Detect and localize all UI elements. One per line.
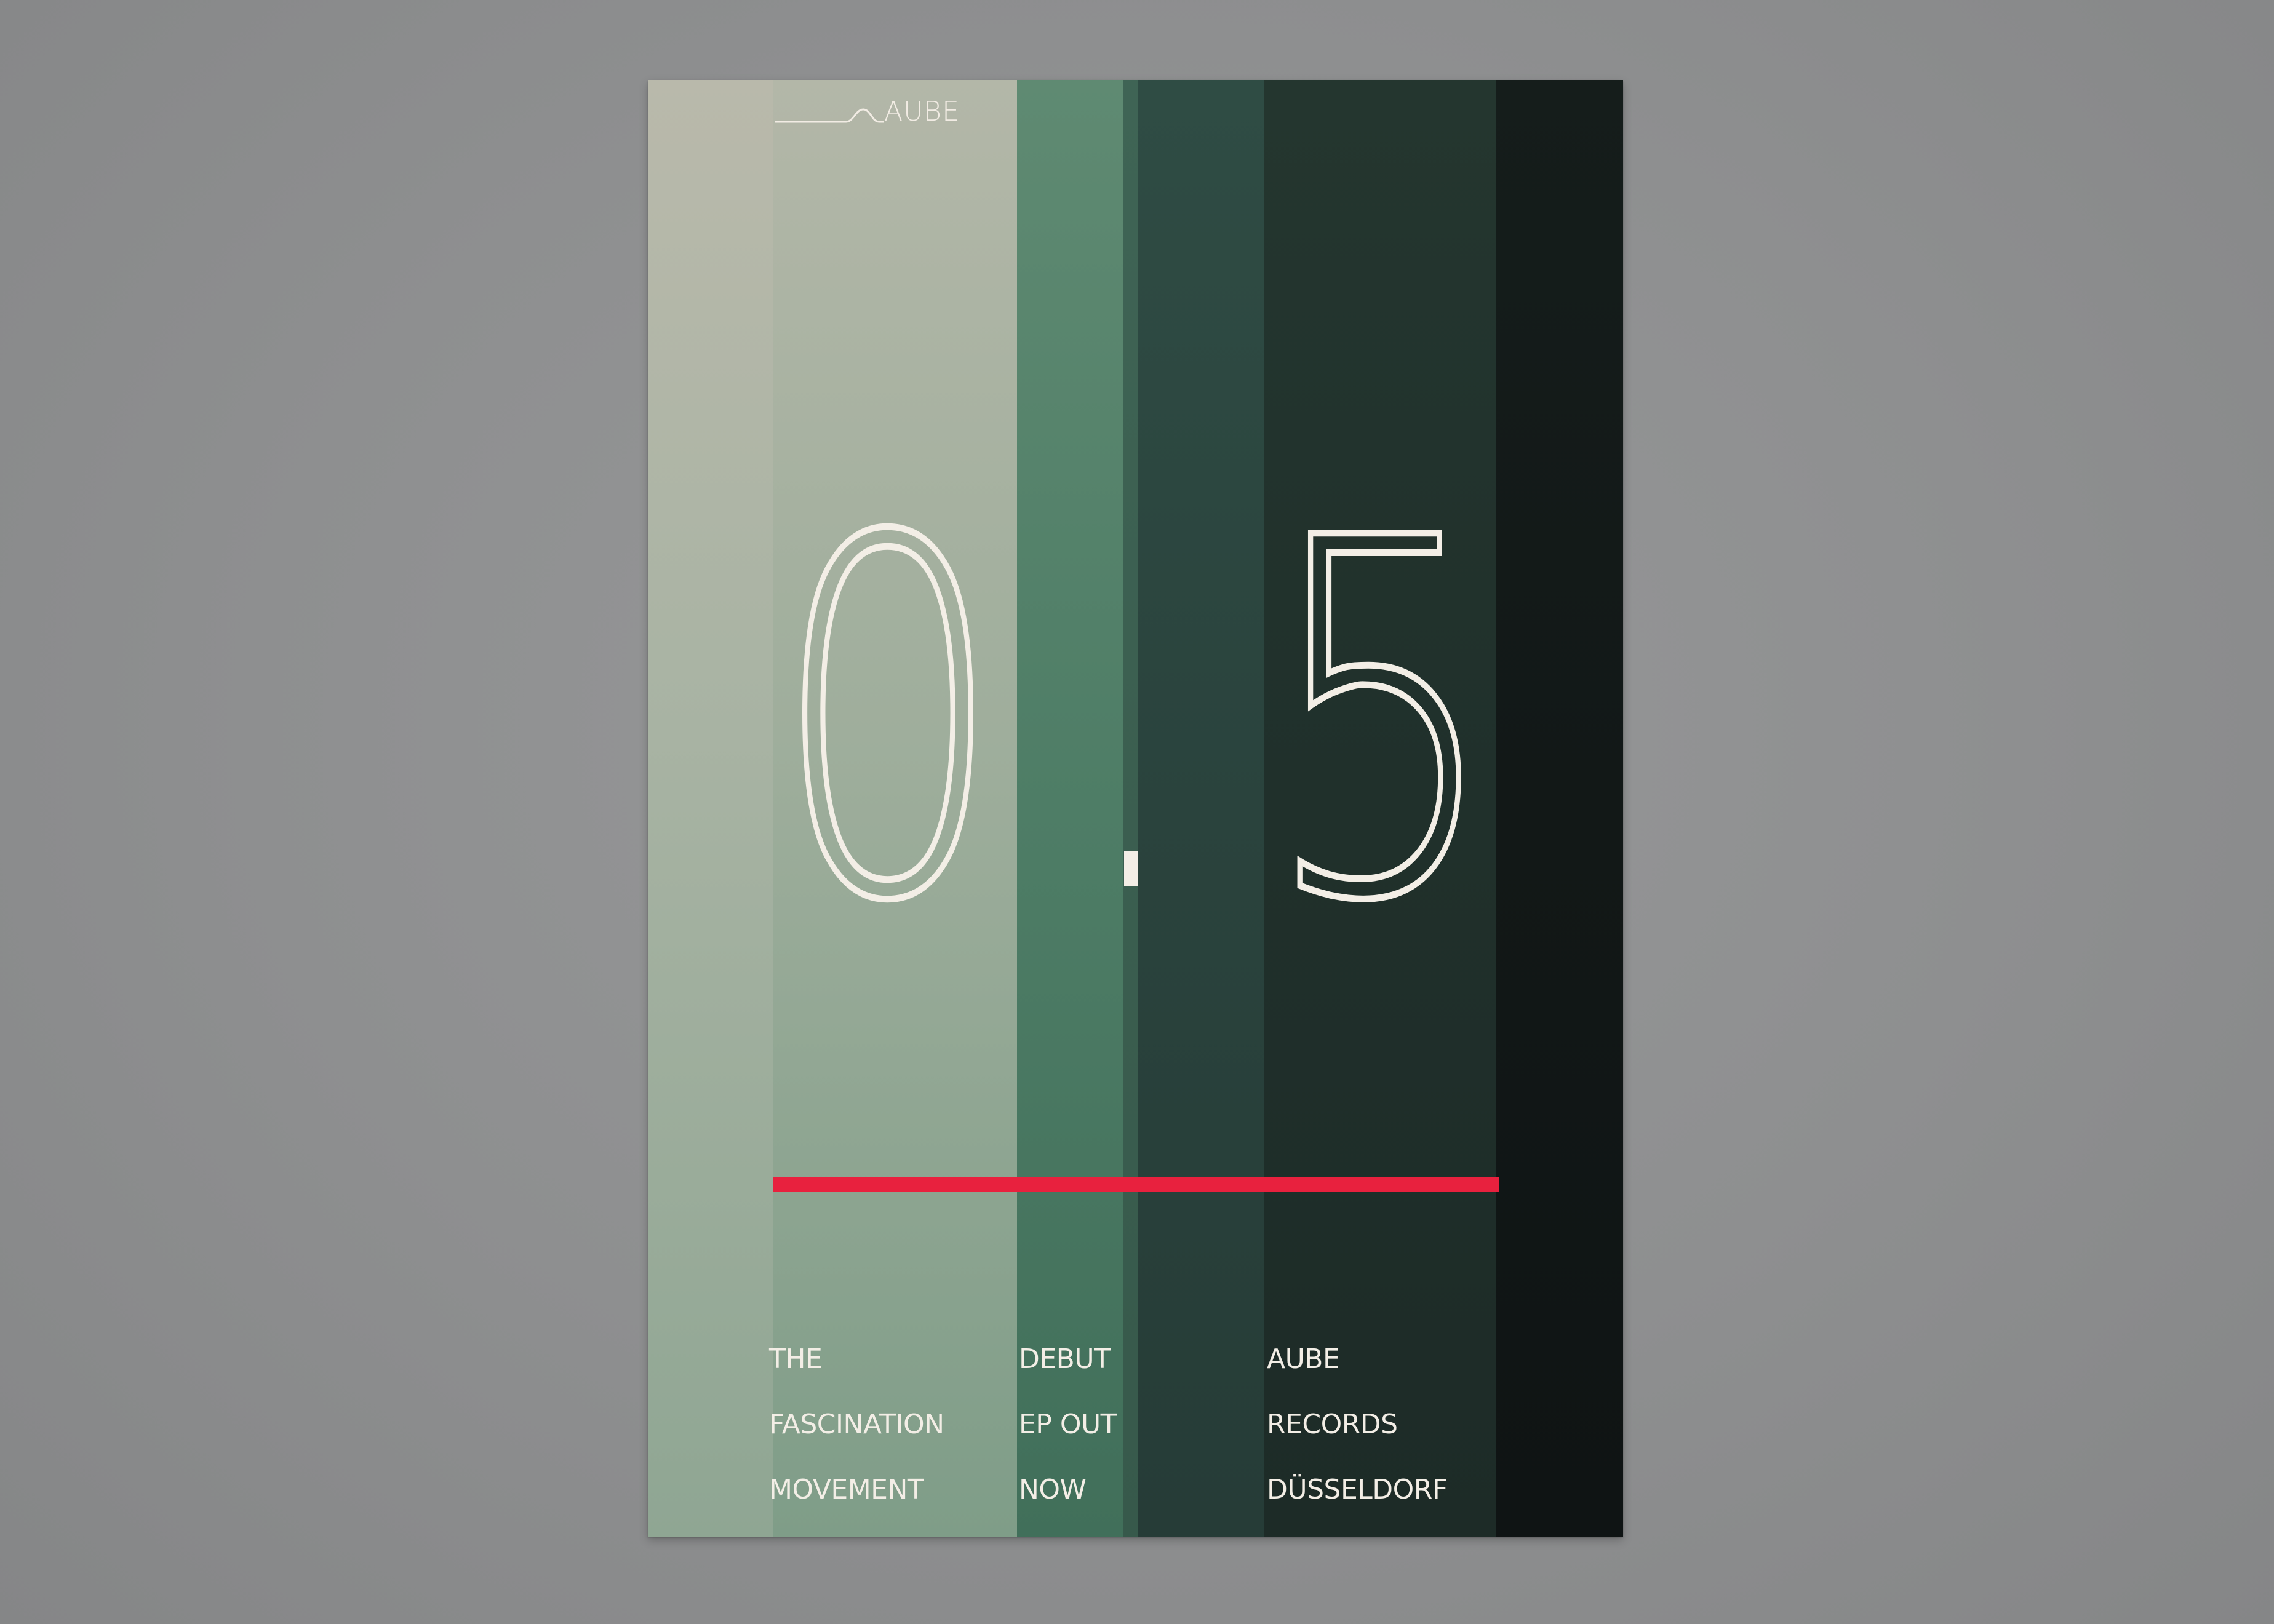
info-line: DÜSSELDORF xyxy=(1267,1474,1448,1505)
red-rule xyxy=(773,1177,1499,1192)
info-line: FASCINATION xyxy=(769,1409,944,1440)
info-label: AUBE RECORDS DÜSSELDORF xyxy=(1267,1310,1448,1537)
info-line: RECORDS xyxy=(1267,1409,1398,1440)
decimal-point xyxy=(1124,851,1138,886)
digit-zero: 0 xyxy=(772,435,1005,1008)
info-line: THE xyxy=(769,1343,823,1375)
info-line: DEBUT xyxy=(1019,1343,1111,1375)
info-release: DEBUT EP OUT NOW xyxy=(1019,1310,1117,1537)
info-artist: THE FASCINATION MOVEMENT xyxy=(769,1310,944,1537)
info-line: EP OUT xyxy=(1019,1409,1117,1440)
info-line: NOW xyxy=(1019,1474,1087,1505)
digit-five: 5 xyxy=(1263,435,1500,1008)
info-line: AUBE xyxy=(1267,1343,1340,1375)
info-line: MOVEMENT xyxy=(769,1474,924,1505)
aube-poster: AUBE 0 5 THE FASCINATION MOVEMENT DEBUT … xyxy=(648,80,1623,1537)
